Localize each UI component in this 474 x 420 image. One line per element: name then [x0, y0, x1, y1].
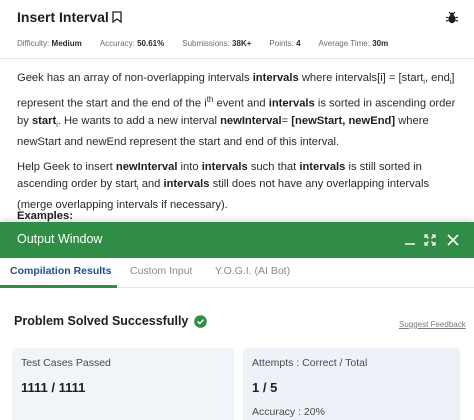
test-cases-label: Test Cases Passed: [21, 357, 111, 369]
output-tabs: Compilation Results Custom Input Y.O.G.I…: [0, 258, 474, 288]
output-window-title: Output Window: [17, 232, 103, 246]
problem-description: Geek has an array of non-overlapping int…: [17, 70, 457, 222]
maximize-icon[interactable]: [423, 233, 437, 247]
bug-icon[interactable]: [445, 11, 459, 25]
minimize-icon[interactable]: [403, 233, 417, 247]
meta-difficulty: Difficulty: Medium: [17, 39, 82, 48]
divider: [0, 58, 474, 59]
meta-points: Points: 4: [269, 39, 301, 48]
tab-yogi-ai-bot[interactable]: Y.O.G.I. (AI Bot): [215, 265, 290, 277]
close-icon[interactable]: [446, 233, 460, 247]
description-paragraph-2: Help Geek to insert newInterval into int…: [17, 161, 430, 212]
accuracy-value: Accuracy : 20%: [252, 406, 325, 418]
title-row: Insert Interval: [17, 9, 122, 25]
test-cases-value: 1111 / 1111: [21, 380, 86, 395]
suggest-feedback-link[interactable]: Suggest Feedback: [399, 320, 466, 329]
attempts-card: Attempts : Correct / Total 1 / 5 Accurac…: [243, 348, 460, 420]
output-window-header: Output Window: [0, 222, 474, 258]
meta-accuracy: Accuracy: 50.61%: [99, 39, 165, 48]
attempts-value: 1 / 5: [252, 380, 278, 395]
description-paragraph-1: Geek has an array of non-overlapping int…: [17, 72, 456, 149]
status-text: Problem Solved Successfully: [14, 314, 189, 328]
problem-panel: Insert Interval Difficulty: Medium Accur…: [0, 0, 474, 222]
tab-compilation-results[interactable]: Compilation Results: [10, 265, 112, 277]
tab-custom-input[interactable]: Custom Input: [130, 265, 192, 277]
problem-meta: Difficulty: Medium Accuracy: 50.61% Subm…: [17, 39, 406, 48]
problem-title: Insert Interval: [17, 9, 109, 25]
meta-submissions: Submissions: 38K+: [182, 39, 252, 48]
bookmark-icon[interactable]: [112, 11, 122, 23]
examples-heading: Examples:: [17, 210, 73, 222]
meta-average-time: Average Time: 30m: [318, 39, 389, 48]
active-tab-indicator: [0, 285, 117, 288]
attempts-label: Attempts : Correct / Total: [252, 357, 368, 369]
check-circle-icon: [194, 314, 208, 328]
test-cases-card: Test Cases Passed 1111 / 1111: [12, 348, 234, 420]
output-window: Output Window Compilation Results Custom…: [0, 222, 474, 420]
status-row: Problem Solved Successfully: [14, 314, 208, 328]
